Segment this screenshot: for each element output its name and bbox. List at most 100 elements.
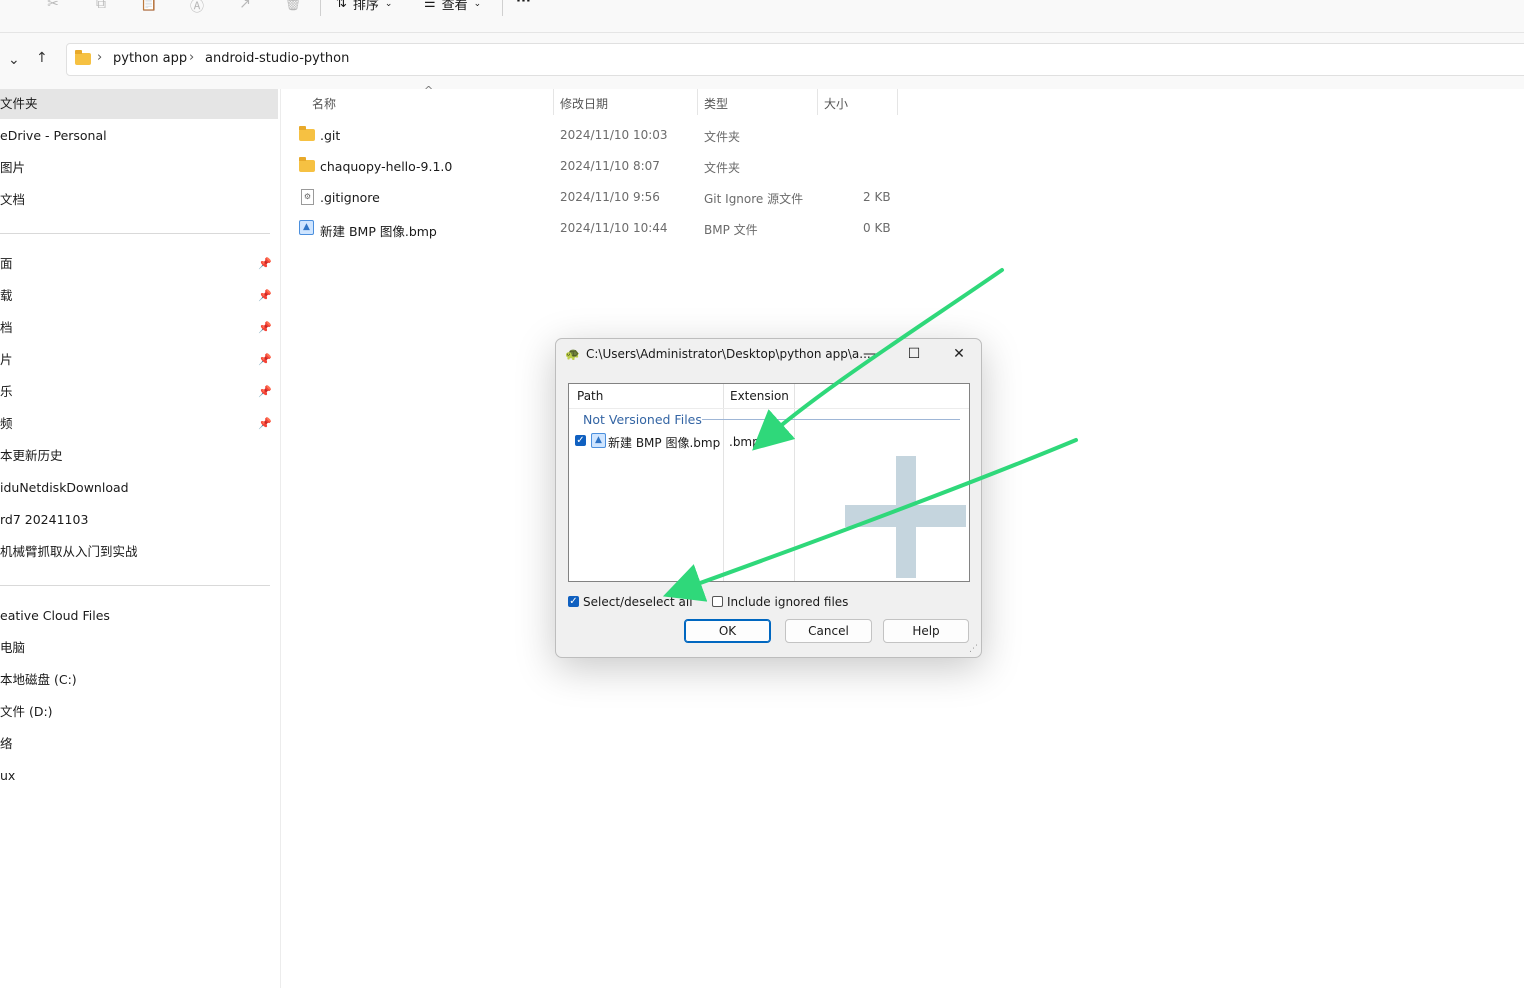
file-row[interactable]: ⚙ .gitignore 2024/11/10 9:56 Git Ignore … [296,183,896,211]
sidebar-item-documents[interactable]: 文档 [0,185,278,215]
pin-icon: 📌 [258,353,272,366]
sidebar-item-network[interactable]: 络 [0,729,278,759]
file-row[interactable]: ▲ 新建 BMP 图像.bmp 2024/11/10 10:44 BMP 文件 … [296,214,896,242]
include-ignored-checkbox[interactable] [712,596,723,607]
column-header-type[interactable]: 类型 [704,95,728,112]
share-icon[interactable]: ↗ [236,0,254,12]
recent-locations-chevron-icon[interactable]: ⌄ [8,52,20,68]
row-checkbox[interactable]: ✓ [575,435,586,446]
plus-icon-bar [845,505,966,527]
sidebar-item-creative-cloud[interactable]: eative Cloud Files [0,601,278,631]
pin-icon: 📌 [258,385,272,398]
sidebar-item-label: 载 [0,288,13,303]
file-type: BMP 文件 [704,223,758,237]
sidebar-item-drive-d[interactable]: 文件 (D:) [0,697,278,727]
pin-icon: 📌 [258,321,272,334]
sort-button[interactable]: ⇅ 排序 ⌄ [336,0,392,13]
chevron-down-icon: ⌄ [384,0,393,9]
column-separator[interactable] [553,89,554,115]
sidebar-item-linux[interactable]: ux [0,761,278,791]
file-row[interactable]: .git 2024/11/10 10:03 文件夹 [296,121,896,149]
tortoise-app-icon: 🐢 [565,347,580,361]
sidebar-item-label: 文档 [0,192,26,207]
chevron-right-icon[interactable]: › [189,50,194,65]
copy-icon[interactable]: ⧉ [92,0,110,12]
sidebar-item-label: eDrive - Personal [0,128,107,143]
file-row[interactable]: chaquopy-hello-9.1.0 2024/11/10 8:07 文件夹 [296,152,896,180]
sidebar-item-netdisk-download[interactable]: iduNetdiskDownload [0,473,278,503]
add-files-dialog: 🐢 C:\Users\Administrator\Desktop\python … [555,338,982,658]
sidebar-item-folder[interactable]: 文件夹 [0,89,278,119]
sidebar-item-update-history[interactable]: 本更新历史 [0,441,278,471]
sidebar-item-drive-c[interactable]: 本地磁盘 (C:) [0,665,278,695]
column-header-size[interactable]: 大小 [824,95,848,112]
maximize-button[interactable]: ☐ [894,343,934,365]
sidebar-item-videos[interactable]: 频 📌 [0,409,278,439]
sidebar-item-music[interactable]: 乐 📌 [0,377,278,407]
sidebar-item-pictures[interactable]: 图片 [0,153,278,183]
sidebar-item-label: 频 [0,416,13,431]
dialog-title: C:\Users\Administrator\Desktop\python ap… [586,347,871,361]
file-name: 新建 BMP 图像.bmp [320,224,437,239]
more-options-button[interactable]: ··· [516,0,531,9]
view-label: 查看 [441,0,468,13]
select-all-checkbox[interactable]: ✓ [568,596,579,607]
column-header-extension[interactable]: Extension [730,389,789,403]
ok-button[interactable]: OK [684,619,771,643]
close-button[interactable]: ✕ [939,343,979,365]
file-size: 2 KB [863,190,891,204]
breadcrumb-python-app[interactable]: python app [113,51,187,66]
file-list[interactable]: Path Extension Not Versioned Files ✓ ▲ 新… [568,383,970,582]
sidebar-item-this-pc[interactable]: 电脑 [0,633,278,663]
folder-icon [299,126,315,141]
cut-icon[interactable]: ✂ [44,0,62,12]
sidebar-item-rd7[interactable]: rd7 20241103 [0,505,278,535]
file-modified: 2024/11/10 9:56 [560,190,660,204]
sidebar-item-robot-arm[interactable]: 机械臂抓取从入门到实战 [0,537,278,567]
row-path[interactable]: 新建 BMP 图像.bmp [608,434,720,451]
sidebar-item-label: eative Cloud Files [0,608,110,623]
column-separator[interactable] [897,89,898,115]
sidebar-item-label: 文件夹 [0,96,38,111]
sidebar-item-label: 片 [0,352,13,367]
sidebar-item-label: iduNetdiskDownload [0,480,129,495]
file-name: .git [320,128,341,143]
include-ignored-label[interactable]: Include ignored files [727,595,848,609]
row-extension[interactable]: .bmp [729,435,760,449]
resize-grip-icon[interactable]: ⋰ [969,644,978,654]
sidebar-item-label: 络 [0,736,13,751]
column-separator[interactable] [794,384,795,581]
rename-icon[interactable]: Ⓐ [188,0,206,15]
file-name: .gitignore [320,190,380,205]
sidebar-item-pictures-pinned[interactable]: 片 📌 [0,345,278,375]
up-arrow-icon[interactable]: ↑ [36,50,48,66]
cancel-button[interactable]: Cancel [785,619,872,643]
sidebar-divider [0,233,270,234]
minimize-button[interactable]: — [850,343,890,365]
column-separator[interactable] [723,384,724,581]
sidebar-item-label: 面 [0,256,13,271]
view-button[interactable]: ☰ 查看 ⌄ [424,0,481,13]
column-header-path[interactable]: Path [577,389,603,403]
sidebar-item-desktop[interactable]: 面 📌 [0,249,278,279]
breadcrumb-android-studio-python[interactable]: android-studio-python [205,51,349,66]
chevron-right-icon[interactable]: › [97,50,102,65]
help-button[interactable]: Help [883,619,969,643]
column-header-modified[interactable]: 修改日期 [560,95,608,112]
sidebar-item-downloads[interactable]: 载 📌 [0,281,278,311]
folder-icon [299,157,315,172]
sort-ascending-icon: ^ [424,84,434,97]
delete-icon[interactable]: 🗑 [284,0,302,12]
view-icon: ☰ [424,0,436,11]
file-name: chaquopy-hello-9.1.0 [320,159,453,174]
paste-icon[interactable]: 📋 [140,0,158,12]
column-separator[interactable] [697,89,698,115]
sort-icon: ⇅ [336,0,347,11]
select-all-label[interactable]: Select/deselect all [583,595,693,609]
sidebar-item-label: 乐 [0,384,13,399]
sidebar-item-onedrive[interactable]: eDrive - Personal [0,121,278,151]
column-separator[interactable] [817,89,818,115]
address-bar[interactable]: › python app › android-studio-python [66,43,1524,76]
sidebar-item-documents-pinned[interactable]: 档 📌 [0,313,278,343]
column-header-name[interactable]: 名称 [312,95,336,112]
